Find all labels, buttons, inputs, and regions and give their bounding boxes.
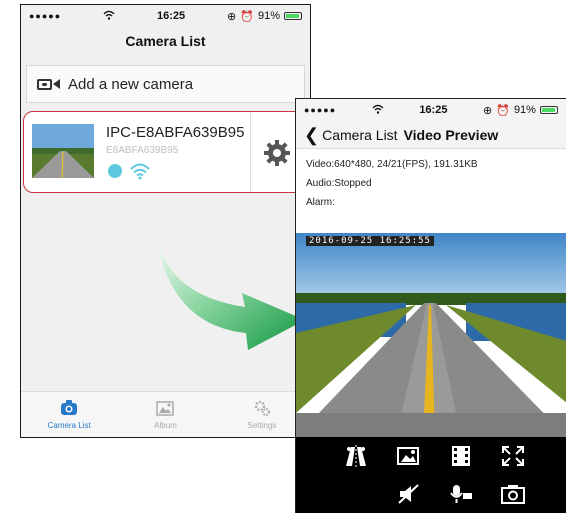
chevron-left-icon[interactable]: ❮: [304, 126, 319, 144]
camera-thumbnail: [32, 124, 94, 178]
camera-list-screen: ●●●●● 16:25 ⊕ ⏰ 91% Camera List Add a ne…: [20, 4, 311, 438]
add-camera-button[interactable]: Add a new camera: [27, 66, 304, 102]
video-controls: [296, 437, 566, 513]
status-wifi-icon: [372, 104, 384, 117]
wifi-icon: [129, 162, 151, 180]
camera-id: E8ABFA639B95: [106, 145, 179, 156]
status-bar: ●●●●● 16:25 ⊕ ⏰ 91%: [296, 99, 566, 121]
image-icon[interactable]: [396, 445, 422, 467]
snapshot-icon[interactable]: [500, 483, 526, 505]
page-title: Video Preview: [403, 126, 499, 143]
lock-rotation-icon: ⊕: [227, 10, 237, 23]
camera-list-item[interactable]: IPC-E8ABFA639B95 E8ABFA639B95: [23, 111, 310, 193]
mirror-icon[interactable]: [343, 445, 369, 467]
status-bar: ●●●●● 16:25 ⊕ ⏰ 91%: [21, 5, 310, 27]
live-video-view[interactable]: 2016-09-25 16:25:55: [296, 233, 566, 437]
camera-settings-gear-icon[interactable]: [262, 138, 292, 168]
video-timestamp: 2016-09-25 16:25:55: [306, 236, 434, 246]
video-camera-icon: [37, 78, 60, 90]
mute-icon[interactable]: [396, 483, 422, 505]
photo-icon: [156, 401, 175, 416]
camera-list: Add a new camera: [26, 65, 305, 103]
divider: [250, 112, 251, 192]
status-wifi-icon: [103, 10, 115, 23]
camera-icon: [61, 400, 78, 415]
signal-indicator: ●●●●●: [29, 11, 62, 21]
battery-icon: [284, 12, 302, 20]
navigation-bar: ❮ Camera List Video Preview: [296, 121, 566, 149]
video-record-icon[interactable]: [448, 445, 474, 467]
page-title: Camera List: [125, 33, 206, 49]
stream-info: Video:640*480, 24/21(FPS), 191.31KB Audi…: [296, 149, 566, 212]
add-camera-label: Add a new camera: [68, 75, 194, 93]
signal-indicator: ●●●●●: [304, 105, 337, 115]
camera-name: IPC-E8ABFA639B95: [106, 124, 245, 141]
video-info: Video:640*480, 24/21(FPS), 191.31KB: [306, 159, 478, 170]
tab-album[interactable]: Album: [117, 392, 213, 437]
battery-percent: 91%: [513, 104, 536, 116]
back-button[interactable]: Camera List: [322, 127, 397, 143]
online-status-icon: [108, 164, 122, 178]
battery-icon: [539, 106, 558, 114]
alarm-info: Alarm:: [306, 197, 335, 208]
battery-percent: 91%: [257, 10, 280, 22]
alarm-icon: ⏰: [496, 104, 510, 117]
lock-rotation-icon: ⊕: [483, 104, 493, 117]
status-time: 16:25: [419, 104, 448, 116]
fullscreen-icon[interactable]: [500, 445, 526, 467]
audio-info: Audio:Stopped: [306, 178, 372, 189]
tab-camera-list[interactable]: Camera List: [21, 392, 117, 437]
alarm-icon: ⏰: [240, 10, 254, 23]
tab-bar: Camera List Album Settings: [21, 391, 310, 437]
gear-icon: [254, 400, 270, 416]
talk-icon[interactable]: [448, 483, 474, 505]
status-time: 16:25: [157, 10, 186, 22]
video-preview-screen: ●●●●● 16:25 ⊕ ⏰ 91% ❮ Camera List Video …: [295, 98, 566, 513]
